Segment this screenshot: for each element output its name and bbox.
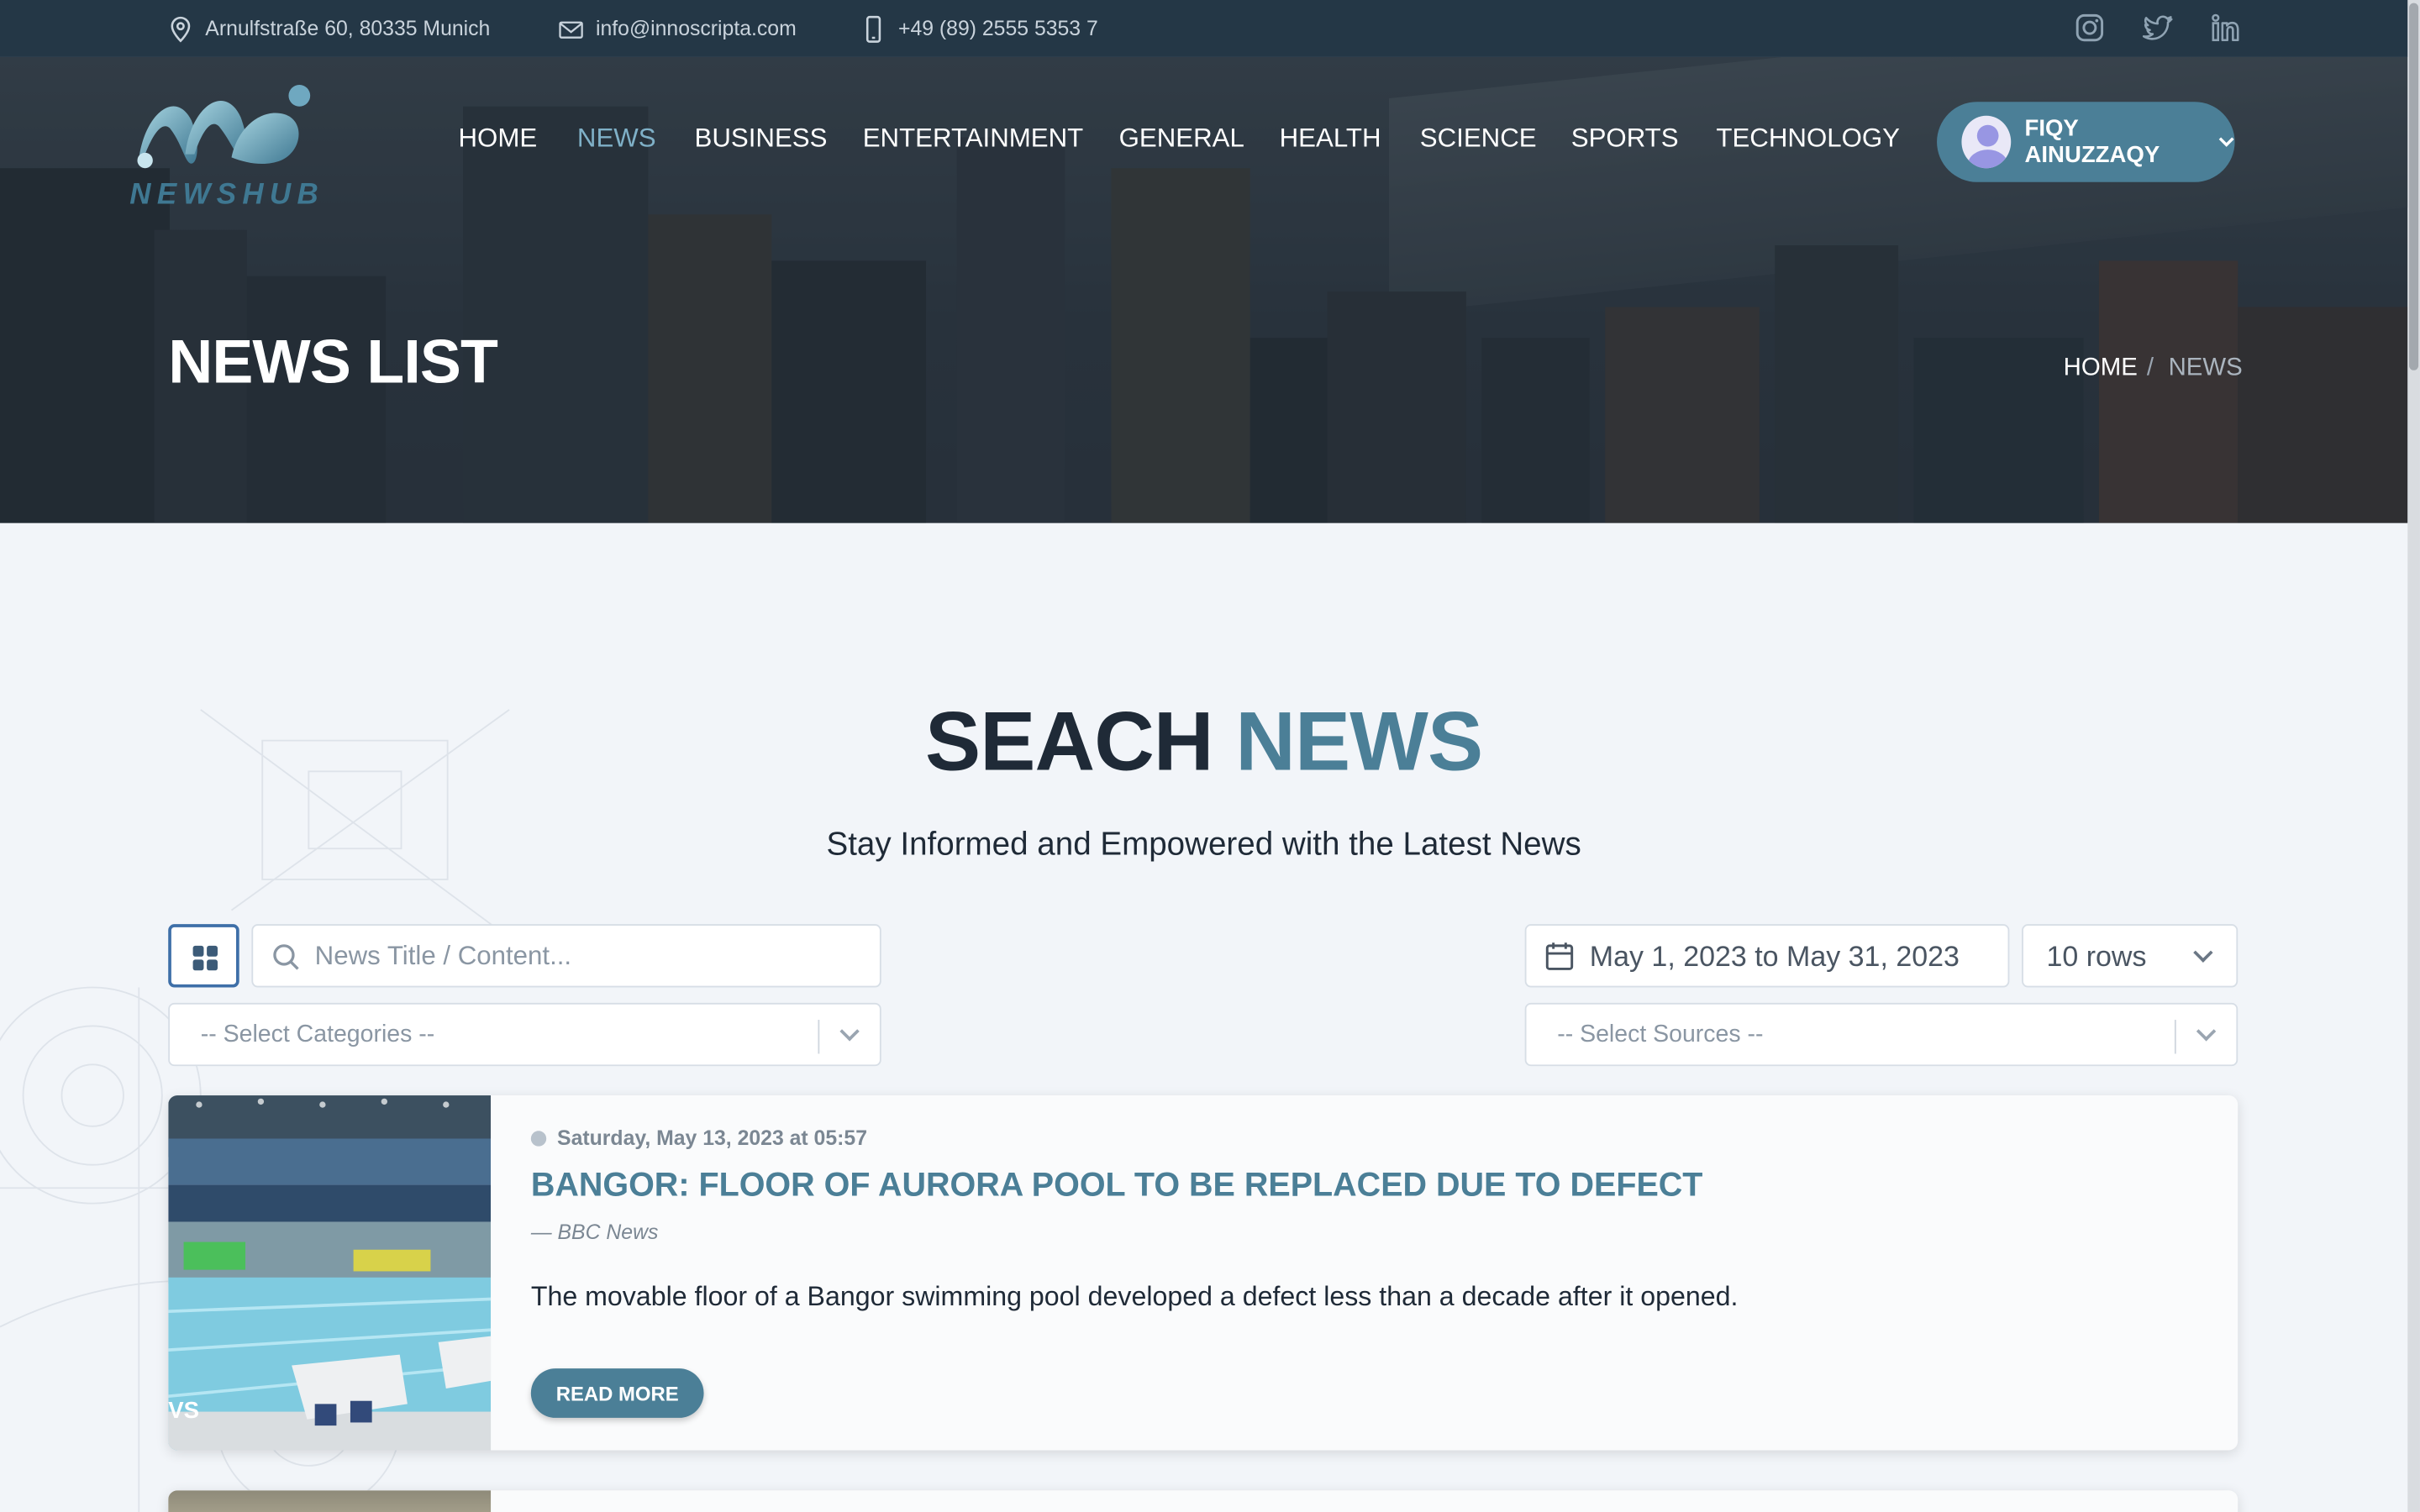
- chevron-down-icon: [2193, 942, 2213, 963]
- nav-item-business[interactable]: BUSINESS: [695, 123, 828, 155]
- date-range-value: May 1, 2023 to May 31, 2023: [1589, 939, 1960, 973]
- select-divider: [818, 1020, 820, 1054]
- phone-text[interactable]: +49 (89) 2555 5353 7: [898, 17, 1098, 40]
- breadcrumb-separator: /: [2146, 354, 2154, 381]
- news-card: [168, 1490, 2238, 1512]
- chevron-down-icon: [839, 1021, 860, 1042]
- news-card: VS Saturday, May 13, 2023 at 05:57 BANGO…: [168, 1095, 2238, 1451]
- page: Arnulfstraße 60, 80335 Munich info@innos…: [0, 0, 2420, 1512]
- search-heading: SEACH NEWS: [0, 695, 2407, 790]
- top-contact-bar: Arnulfstraße 60, 80335 Munich info@innos…: [0, 0, 2408, 57]
- news-thumbnail[interactable]: VS: [168, 1095, 492, 1451]
- date-range-picker[interactable]: May 1, 2023 to May 31, 2023: [1524, 924, 2010, 988]
- search-subheading: Stay Informed and Empowered with the Lat…: [826, 827, 1581, 863]
- user-name: FIQY AINUZZAQY: [2024, 115, 2160, 169]
- avatar: [1961, 115, 2011, 169]
- categories-select[interactable]: -- Select Categories --: [168, 1002, 881, 1067]
- categories-placeholder: -- Select Categories --: [200, 1021, 435, 1048]
- nav-item-general[interactable]: GENERAL: [1119, 123, 1244, 155]
- nav-item-health[interactable]: HEALTH: [1280, 123, 1381, 155]
- phone-icon: [865, 14, 881, 42]
- breadcrumb-current: NEWS: [2168, 354, 2243, 381]
- article-title[interactable]: BANGOR: FLOOR OF AURORA POOL TO BE REPLA…: [531, 1167, 1703, 1205]
- address-info: Arnulfstraße 60, 80335 Munich: [168, 0, 490, 57]
- email-info[interactable]: info@innoscripta.com: [559, 0, 797, 57]
- grid-view-toggle[interactable]: [168, 924, 239, 988]
- news-thumbnail[interactable]: [168, 1490, 492, 1512]
- nav-item-sports[interactable]: SPORTS: [1571, 123, 1679, 155]
- nav-item-home[interactable]: HOME: [458, 123, 537, 155]
- envelope-icon: [559, 20, 583, 38]
- nav-item-science[interactable]: SCIENCE: [1420, 123, 1537, 155]
- calendar-icon: [1545, 942, 1574, 970]
- article-description: The movable floor of a Bangor swimming p…: [530, 1280, 1739, 1312]
- phone-info[interactable]: +49 (89) 2555 5353 7: [861, 0, 1098, 57]
- chevron-down-icon: [2196, 1021, 2217, 1042]
- search-heading-main: SEACH: [925, 696, 1214, 789]
- rows-per-page-value: 10 rows: [2046, 939, 2147, 973]
- select-divider: [2174, 1020, 2176, 1054]
- article-date: Saturday, May 13, 2023 at 05:57: [530, 1126, 867, 1150]
- sources-select[interactable]: -- Select Sources --: [1524, 1002, 2238, 1067]
- search-field[interactable]: [251, 924, 881, 988]
- nav-item-news[interactable]: NEWS: [577, 123, 656, 155]
- instagram-icon[interactable]: [2073, 11, 2107, 45]
- sources-placeholder: -- Select Sources --: [1557, 1021, 1764, 1048]
- search-heading-accent: NEWS: [1235, 696, 1483, 789]
- pool-photo: [168, 1095, 492, 1451]
- breadcrumb-home[interactable]: HOME: [2064, 354, 2138, 382]
- email-text[interactable]: info@innoscripta.com: [596, 17, 797, 40]
- scrollbar-thumb[interactable]: [2409, 3, 2419, 370]
- chevron-down-icon: [2218, 137, 2234, 147]
- search-input[interactable]: [314, 926, 871, 986]
- location-pin-icon: [171, 15, 191, 42]
- logo-wordmark: NEWSHUB: [129, 179, 325, 212]
- user-menu-button[interactable]: FIQY AINUZZAQY: [1937, 102, 2235, 182]
- page-title: NEWS LIST: [168, 328, 498, 397]
- read-more-button[interactable]: READ MORE: [530, 1368, 704, 1418]
- twitter-icon[interactable]: [2141, 11, 2175, 45]
- nav-item-technology[interactable]: TECHNOLOGY: [1716, 123, 1900, 155]
- page-scrollbar[interactable]: [2407, 0, 2420, 1512]
- linkedin-icon[interactable]: [2208, 11, 2242, 45]
- address-text: Arnulfstraße 60, 80335 Munich: [205, 17, 491, 40]
- article-source: — BBC News: [530, 1220, 659, 1244]
- nav-item-entertainment[interactable]: ENTERTAINMENT: [863, 123, 1084, 155]
- thumbnail-caption: VS: [168, 1398, 199, 1425]
- search-icon: [273, 944, 299, 970]
- rows-per-page-select[interactable]: 10 rows: [2022, 924, 2238, 988]
